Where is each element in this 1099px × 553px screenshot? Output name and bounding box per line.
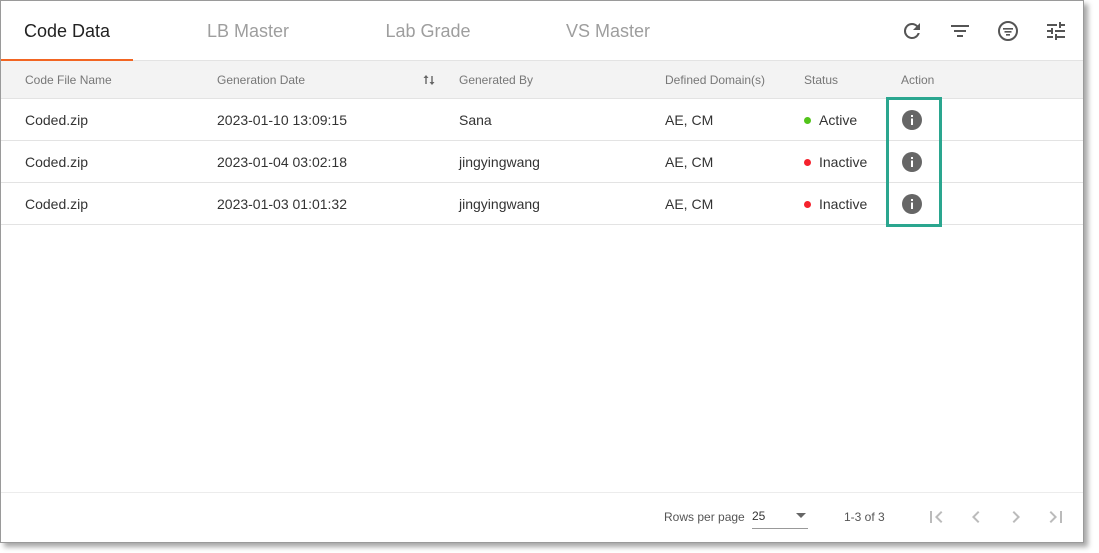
cell-domains: AE, CM: [665, 112, 714, 128]
tab-lb-master[interactable]: LB Master: [191, 1, 305, 61]
status-text: Active: [819, 112, 858, 128]
table-row[interactable]: Coded.zip 2023-01-04 03:02:18 jingyingwa…: [1, 141, 1083, 183]
tab-lab-grade[interactable]: Lab Grade: [373, 1, 483, 61]
col-header-action: Action: [901, 73, 935, 87]
status-text: Inactive: [819, 154, 868, 170]
cell-generated-by: jingyingwang: [459, 154, 540, 170]
cell-generation-date: 2023-01-04 03:02:18: [217, 154, 347, 170]
tab-code-data[interactable]: Code Data: [1, 1, 133, 62]
cell-file-name: Coded.zip: [25, 154, 89, 170]
prev-page-icon[interactable]: [964, 505, 988, 529]
status-badge: Inactive: [804, 183, 867, 225]
next-page-icon[interactable]: [1004, 505, 1028, 529]
filter-circle-icon[interactable]: [996, 19, 1020, 43]
last-page-icon[interactable]: [1044, 505, 1068, 529]
rows-per-page-label: Rows per page: [664, 510, 745, 524]
tab-vs-master[interactable]: VS Master: [553, 1, 663, 61]
status-dot-inactive: [804, 200, 811, 208]
table-header: Code File Name Generation Date Generated…: [1, 61, 1083, 99]
pagination-bar: Rows per page 25 1-3 of 3: [1, 492, 1083, 542]
chevron-down-icon: [796, 513, 806, 518]
info-icon[interactable]: [901, 151, 923, 173]
rows-per-page-select[interactable]: 25: [752, 505, 808, 529]
tune-icon[interactable]: [1044, 19, 1068, 43]
status-badge: Inactive: [804, 141, 867, 183]
table-row[interactable]: Coded.zip 2023-01-10 13:09:15 Sana AE, C…: [1, 99, 1083, 141]
cell-generated-by: Sana: [459, 112, 492, 128]
cell-domains: AE, CM: [665, 196, 714, 212]
cell-file-name: Coded.zip: [25, 196, 89, 212]
refresh-icon[interactable]: [900, 19, 924, 43]
col-header-file-name[interactable]: Code File Name: [25, 61, 112, 99]
first-page-icon[interactable]: [924, 505, 948, 529]
cell-file-name: Coded.zip: [25, 112, 89, 128]
col-header-generated-by[interactable]: Generated By: [459, 61, 533, 99]
tab-bar: Code Data LB Master Lab Grade VS Master: [1, 1, 1083, 62]
sort-icon[interactable]: [422, 73, 436, 87]
col-header-defined-domains[interactable]: Defined Domain(s): [665, 61, 765, 99]
status-badge: Active: [804, 99, 857, 141]
cell-generation-date: 2023-01-03 01:01:32: [217, 196, 347, 212]
col-header-generation-date[interactable]: Generation Date: [217, 61, 305, 99]
cell-generation-date: 2023-01-10 13:09:15: [217, 112, 347, 128]
status-dot-active: [804, 116, 811, 124]
table-row[interactable]: Coded.zip 2023-01-03 01:01:32 jingyingwa…: [1, 183, 1083, 225]
app-frame: Code Data LB Master Lab Grade VS Master …: [0, 0, 1084, 543]
info-icon[interactable]: [901, 109, 923, 131]
cell-generated-by: jingyingwang: [459, 196, 540, 212]
status-dot-inactive: [804, 158, 811, 166]
col-header-status[interactable]: Status: [804, 61, 838, 99]
rows-per-page-value: 25: [752, 509, 766, 523]
page-range: 1-3 of 3: [844, 510, 885, 524]
filter-icon[interactable]: [948, 19, 972, 43]
status-text: Inactive: [819, 196, 868, 212]
info-icon[interactable]: [901, 193, 923, 215]
cell-domains: AE, CM: [665, 154, 714, 170]
